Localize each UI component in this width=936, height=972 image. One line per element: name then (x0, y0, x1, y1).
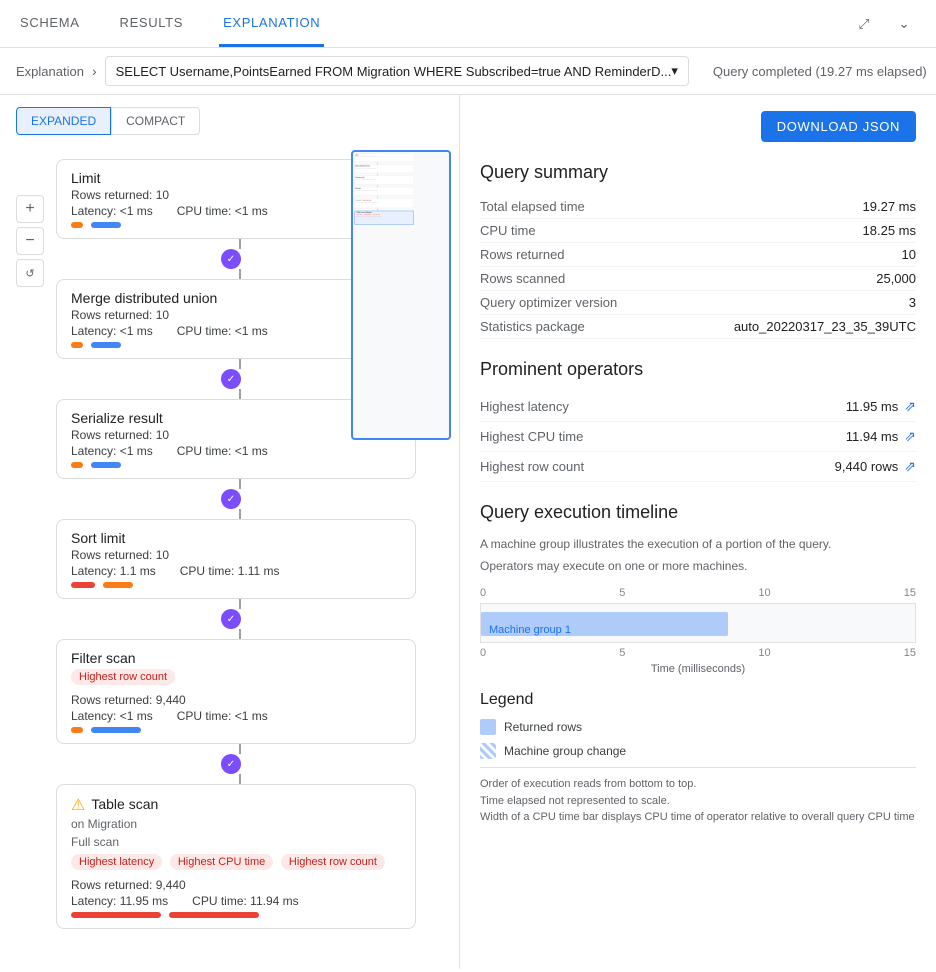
node-filter-bar-latency (71, 727, 83, 733)
stat-optimizer-version: Query optimizer version 3 (480, 291, 916, 315)
timeline-x-axis-label: Time (milliseconds) (480, 663, 916, 675)
zoom-in-button[interactable]: + (16, 195, 44, 223)
legend-box-machine-group (480, 743, 496, 759)
axis-bottom-10: 10 (758, 647, 770, 659)
chevron-down-icon[interactable]: ⌄ (888, 8, 920, 40)
node-serialize-bar-latency (71, 462, 83, 468)
node-filter-rows: Rows returned: 9,440 (71, 693, 401, 707)
node-merge-bar-latency (71, 342, 83, 348)
breadcrumb-bar: Explanation › SELECT Username,PointsEarn… (0, 48, 936, 95)
stat-total-elapsed: Total elapsed time 19.27 ms (480, 195, 916, 219)
expanded-toggle[interactable]: EXPANDED (16, 107, 111, 135)
legend-note: Order of execution reads from bottom to … (480, 767, 916, 826)
node-filter-bar-cpu (91, 727, 141, 733)
query-timeline-desc1: A machine group illustrates the executio… (480, 535, 916, 553)
node-table-scan[interactable]: ⚠ Table scan on Migration Full scan High… (56, 784, 416, 929)
warning-icon: ⚠ (71, 795, 85, 815)
node-merge-bar-cpu (91, 342, 121, 348)
legend-box-returned-rows (480, 719, 496, 735)
node-filter-latency-cpu: Latency: <1 ms CPU time: <1 ms (71, 709, 401, 723)
node-filter-title: Filter scan (71, 650, 401, 666)
legend-item-machine-group-change: Machine group change (480, 743, 916, 759)
node-serialize-latency-cpu: Latency: <1 ms CPU time: <1 ms (71, 444, 401, 458)
query-select-text: SELECT Username,PointsEarned FROM Migrat… (116, 64, 672, 79)
axis-label-15: 15 (904, 587, 916, 599)
top-tabs-bar: SCHEMA RESULTS EXPLANATION ⤢ ⌄ (0, 0, 936, 48)
legend-item-returned-rows: Returned rows (480, 719, 916, 735)
prominent-operators-section: Prominent operators Highest latency 11.9… (480, 359, 916, 482)
axis-bottom-15: 15 (904, 647, 916, 659)
dropdown-arrow-icon: ▾ (671, 63, 678, 79)
node-table-bar-latency (71, 912, 161, 918)
node-sort-bar-latency (71, 582, 95, 588)
query-timeline-desc2: Operators may execute on one or more mac… (480, 557, 916, 575)
node-filter-scan[interactable]: Filter scan Highest row count Rows retur… (56, 639, 416, 744)
query-select[interactable]: SELECT Username,PointsEarned FROM Migrat… (105, 56, 689, 86)
right-panel: DOWNLOAD JSON Query summary Total elapse… (460, 95, 936, 969)
legend-title: Legend (480, 691, 916, 709)
axis-label-10: 10 (758, 587, 770, 599)
node-sort-bar-cpu (103, 582, 133, 588)
node-table-subtitle2: Full scan (71, 835, 401, 849)
node-limit-bar-cpu (91, 222, 121, 228)
node-limit-bar-latency (71, 222, 83, 228)
mini-map: LimitRows ret: 10 | Lat: <1ms | CPU: <1m… (351, 150, 451, 440)
node-sort-latency-cpu: Latency: 1.1 ms CPU time: 1.11 ms (71, 564, 401, 578)
node-table-bar-cpu (169, 912, 259, 918)
stat-rows-scanned: Rows scanned 25,000 (480, 267, 916, 291)
axis-label-0: 0 (480, 587, 486, 599)
node-serialize-bar-cpu (91, 462, 121, 468)
node-table-title: Table scan (91, 796, 158, 812)
query-timeline-title: Query execution timeline (480, 502, 916, 523)
prominent-highest-latency: Highest latency 11.95 ms ⇗ (480, 392, 916, 422)
prominent-highest-cpu: Highest CPU time 11.94 ms ⇗ (480, 422, 916, 452)
prominent-operators-title: Prominent operators (480, 359, 916, 380)
query-status: Query completed (19.27 ms elapsed) (713, 64, 927, 79)
node-table-latency-cpu: Latency: 11.95 ms CPU time: 11.94 ms (71, 894, 401, 908)
link-icon-row-count[interactable]: ⇗ (904, 458, 916, 475)
axis-bottom-5: 5 (619, 647, 625, 659)
query-summary-section: Query summary Total elapsed time 19.27 m… (480, 162, 916, 339)
node-table-subtitle: on Migration (71, 817, 401, 831)
query-timeline-section: Query execution timeline A machine group… (480, 502, 916, 675)
legend-label-machine-group: Machine group change (504, 744, 626, 758)
legend-section: Legend Returned rows Machine group chang… (480, 691, 916, 826)
download-json-button[interactable]: DOWNLOAD JSON (761, 111, 916, 142)
compact-toggle[interactable]: COMPACT (111, 107, 200, 135)
stat-rows-returned: Rows returned 10 (480, 243, 916, 267)
query-summary-title: Query summary (480, 162, 916, 183)
fullscreen-icon[interactable]: ⤢ (848, 8, 880, 40)
badge-table-highest-cpu: Highest CPU time (170, 854, 273, 870)
zoom-out-button[interactable]: − (16, 227, 44, 255)
node-sort-title: Sort limit (71, 530, 401, 546)
tab-explanation[interactable]: EXPLANATION (219, 0, 324, 47)
tab-schema[interactable]: SCHEMA (16, 0, 84, 47)
zoom-reset-button[interactable]: ↺ (16, 259, 44, 287)
breadcrumb-arrow: › (92, 63, 97, 79)
tab-results[interactable]: RESULTS (116, 0, 188, 47)
legend-label-returned-rows: Returned rows (504, 720, 582, 734)
breadcrumb-label: Explanation (16, 64, 84, 79)
prominent-highest-row-count: Highest row count 9,440 rows ⇗ (480, 452, 916, 482)
badge-table-highest-row-count: Highest row count (281, 854, 385, 870)
timeline-machine-group-bar: Machine group 1 (481, 612, 728, 636)
node-sort-limit[interactable]: Sort limit Rows returned: 10 Latency: 1.… (56, 519, 416, 599)
stat-cpu-time: CPU time 18.25 ms (480, 219, 916, 243)
badge-table-highest-latency: Highest latency (71, 854, 162, 870)
node-table-rows: Rows returned: 9,440 (71, 878, 401, 892)
link-icon-latency[interactable]: ⇗ (904, 398, 916, 415)
machine-group-label: Machine group 1 (489, 624, 571, 636)
badge-filter-highest-row-count: Highest row count (71, 669, 175, 685)
link-icon-cpu[interactable]: ⇗ (904, 428, 916, 445)
stat-stats-package: Statistics package auto_20220317_23_35_3… (480, 315, 916, 339)
node-sort-rows: Rows returned: 10 (71, 548, 401, 562)
axis-label-5: 5 (619, 587, 625, 599)
axis-bottom-0: 0 (480, 647, 486, 659)
